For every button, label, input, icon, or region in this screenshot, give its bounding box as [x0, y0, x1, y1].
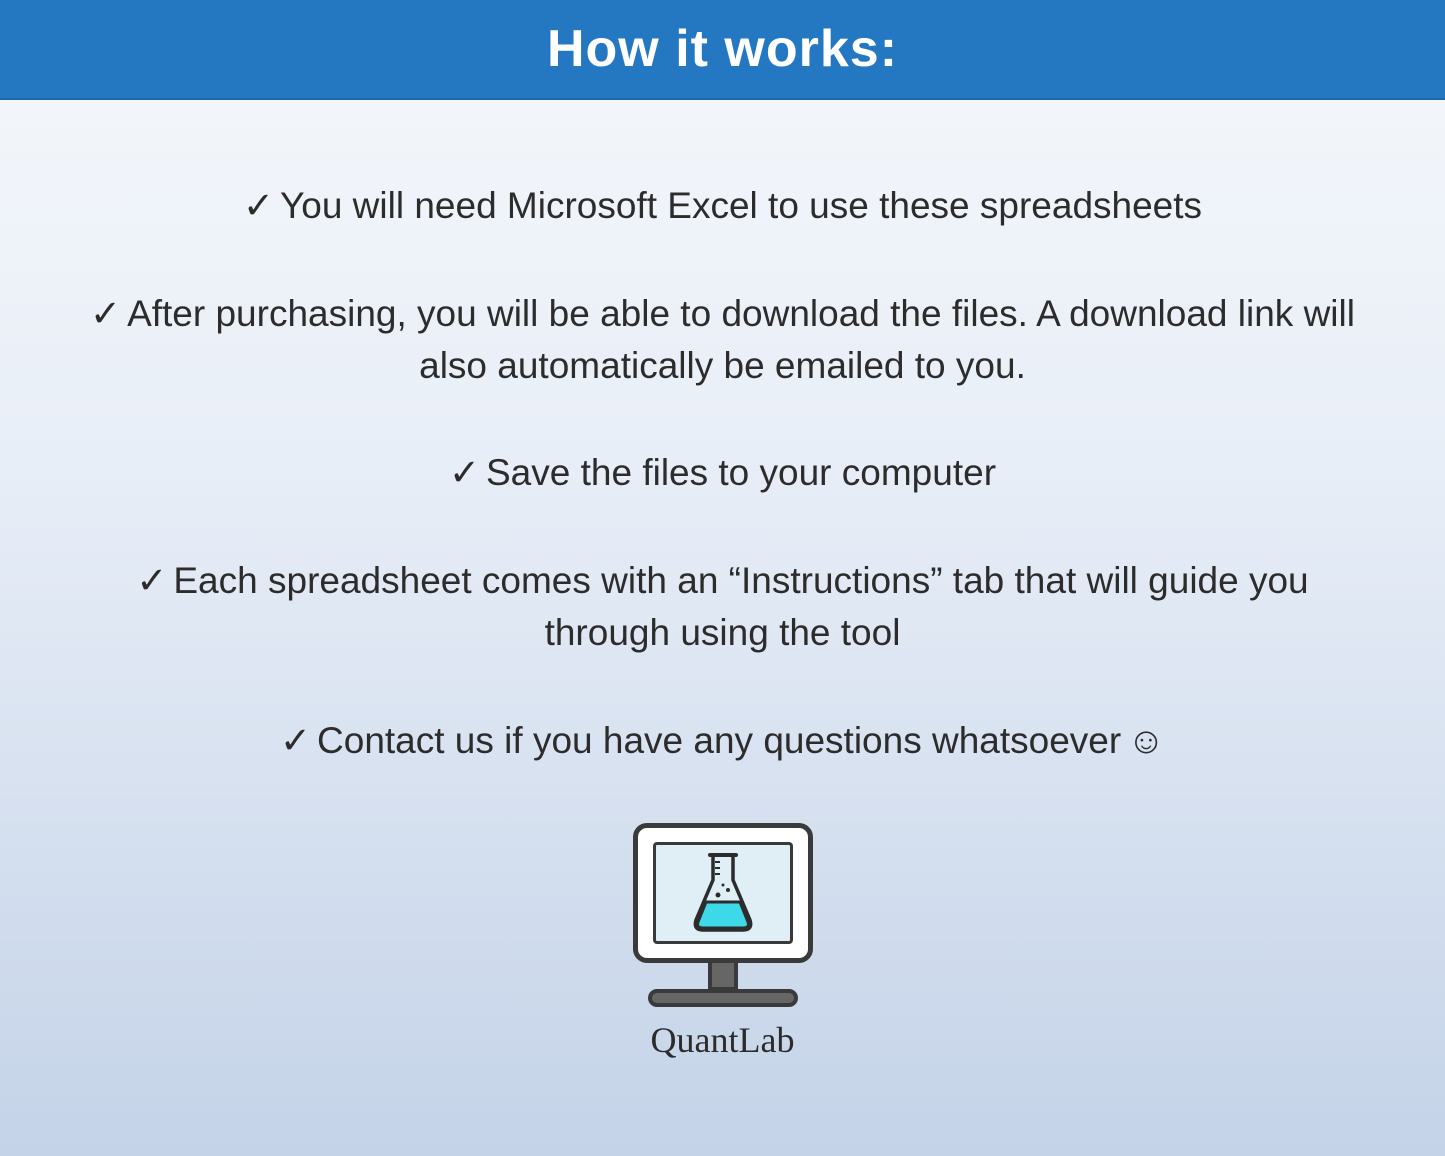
bullet-item-3: ✓Save the files to your computer — [80, 447, 1365, 499]
brand-name: QuantLab — [651, 1019, 795, 1061]
bullet-item-1: ✓You will need Microsoft Excel to use th… — [80, 180, 1365, 232]
monitor-icon — [633, 823, 813, 1007]
bullet-text: Contact us if you have any questions wha… — [317, 720, 1121, 761]
check-icon: ✓ — [280, 715, 311, 767]
bullet-text: You will need Microsoft Excel to use the… — [280, 185, 1202, 226]
header-bar: How it works: — [0, 0, 1445, 100]
check-icon: ✓ — [243, 180, 274, 232]
monitor-stand — [708, 963, 738, 991]
check-icon: ✓ — [449, 447, 480, 499]
bullet-text: Each spreadsheet comes with an “Instruct… — [173, 560, 1308, 653]
beaker-icon — [688, 850, 758, 935]
bullet-text: After purchasing, you will be able to do… — [127, 293, 1355, 386]
content-area: ✓You will need Microsoft Excel to use th… — [0, 100, 1445, 1061]
brand-logo: QuantLab — [80, 823, 1365, 1061]
monitor-body — [633, 823, 813, 963]
check-icon: ✓ — [136, 555, 167, 607]
bullet-text: Save the files to your computer — [486, 452, 996, 493]
bullet-item-4: ✓Each spreadsheet comes with an “Instruc… — [80, 555, 1365, 659]
check-icon: ✓ — [90, 288, 121, 340]
smile-icon: ☺ — [1127, 715, 1165, 767]
bullet-item-2: ✓After purchasing, you will be able to d… — [80, 288, 1365, 392]
monitor-screen — [653, 842, 793, 944]
page-title: How it works: — [547, 19, 898, 79]
monitor-base — [648, 989, 798, 1007]
bullet-item-5: ✓Contact us if you have any questions wh… — [80, 715, 1365, 767]
